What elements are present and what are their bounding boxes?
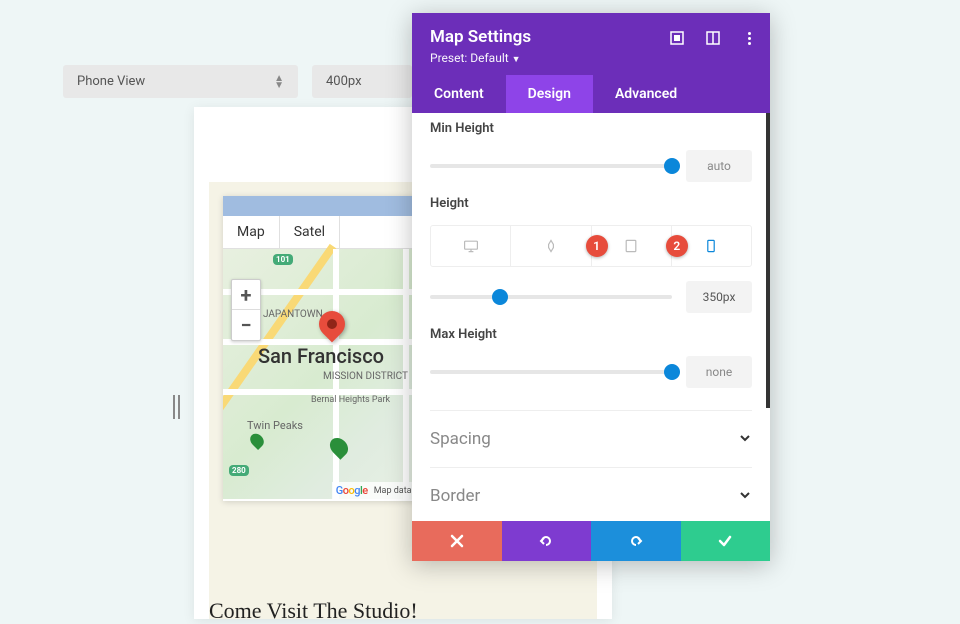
expand-icon[interactable]: [670, 31, 684, 45]
road-shield-101: 101: [273, 254, 293, 265]
map-district-bernal: Bernal Heights Park: [311, 395, 390, 405]
callout-badge-1: 1: [586, 235, 608, 257]
panel-header[interactable]: Map Settings Preset: Default ▼: [412, 13, 770, 75]
accordion-border-title: Border: [430, 486, 480, 506]
settings-panel: Map Settings Preset: Default ▼ Content D…: [412, 13, 770, 561]
chevron-down-icon: [738, 430, 752, 449]
phone-icon: [703, 238, 719, 254]
zoom-out-button[interactable]: −: [232, 310, 260, 340]
caret-down-icon: ▼: [512, 55, 521, 65]
redo-icon: [628, 533, 644, 549]
accordion-border[interactable]: Border: [430, 467, 752, 521]
close-icon: [449, 533, 465, 549]
accordion-spacing[interactable]: Spacing: [430, 410, 752, 467]
accordion-spacing-title: Spacing: [430, 429, 491, 449]
map-district-japantown: JAPANTOWN: [263, 309, 323, 320]
tab-design[interactable]: Design: [506, 75, 593, 113]
viewport-width-label: 400px: [326, 74, 362, 89]
height-label: Height: [430, 196, 752, 211]
tab-content[interactable]: Content: [412, 75, 506, 113]
height-input[interactable]: 350px: [686, 281, 752, 313]
map-tab-satellite[interactable]: Satel: [280, 216, 340, 248]
max-height-slider[interactable]: [430, 370, 672, 374]
min-height-slider[interactable]: [430, 164, 672, 168]
tab-advanced[interactable]: Advanced: [593, 75, 699, 113]
more-menu-icon[interactable]: [742, 31, 756, 45]
callout-badge-2: 2: [666, 235, 688, 257]
device-desktop-button[interactable]: [431, 226, 511, 266]
max-height-label: Max Height: [430, 327, 752, 342]
map-tab-map[interactable]: Map: [223, 216, 280, 248]
resize-handle[interactable]: [173, 395, 180, 419]
save-button[interactable]: [681, 521, 771, 561]
viewport-width-select[interactable]: 400px: [312, 65, 412, 98]
min-height-label: Min Height: [430, 121, 752, 136]
desktop-icon: [463, 238, 479, 254]
device-tablet-button[interactable]: 1: [592, 226, 672, 266]
scrollbar[interactable]: [766, 113, 770, 408]
height-slider[interactable]: [430, 295, 672, 299]
device-hover-button[interactable]: [511, 226, 591, 266]
max-height-input[interactable]: none: [686, 356, 752, 388]
pin-icon: [543, 238, 559, 254]
zoom-in-button[interactable]: +: [232, 280, 260, 310]
undo-icon: [538, 533, 554, 549]
chevron-down-icon: [738, 487, 752, 506]
section-heading: Come Visit The Studio!: [209, 598, 418, 624]
check-icon: [717, 533, 733, 549]
redo-button[interactable]: [591, 521, 681, 561]
map-pin-icon: [319, 311, 345, 347]
select-arrows-icon: ▲▼: [274, 75, 284, 89]
map-district-twinpeaks: Twin Peaks: [247, 419, 303, 432]
preset-dropdown[interactable]: Preset: Default ▼: [430, 51, 752, 65]
view-mode-select[interactable]: Phone View ▲▼: [63, 65, 298, 98]
view-mode-label: Phone View: [77, 74, 145, 89]
map-city-label: San Francisco: [258, 344, 384, 368]
undo-button[interactable]: [502, 521, 592, 561]
tablet-icon: [623, 238, 639, 254]
road-shield-280: 280: [229, 465, 249, 476]
map-district-mission: MISSION DISTRICT: [323, 371, 408, 382]
cancel-button[interactable]: [412, 521, 502, 561]
snap-icon[interactable]: [706, 31, 720, 45]
min-height-input[interactable]: auto: [686, 150, 752, 182]
google-logo: Google: [336, 484, 368, 497]
device-phone-button[interactable]: 2: [672, 226, 751, 266]
